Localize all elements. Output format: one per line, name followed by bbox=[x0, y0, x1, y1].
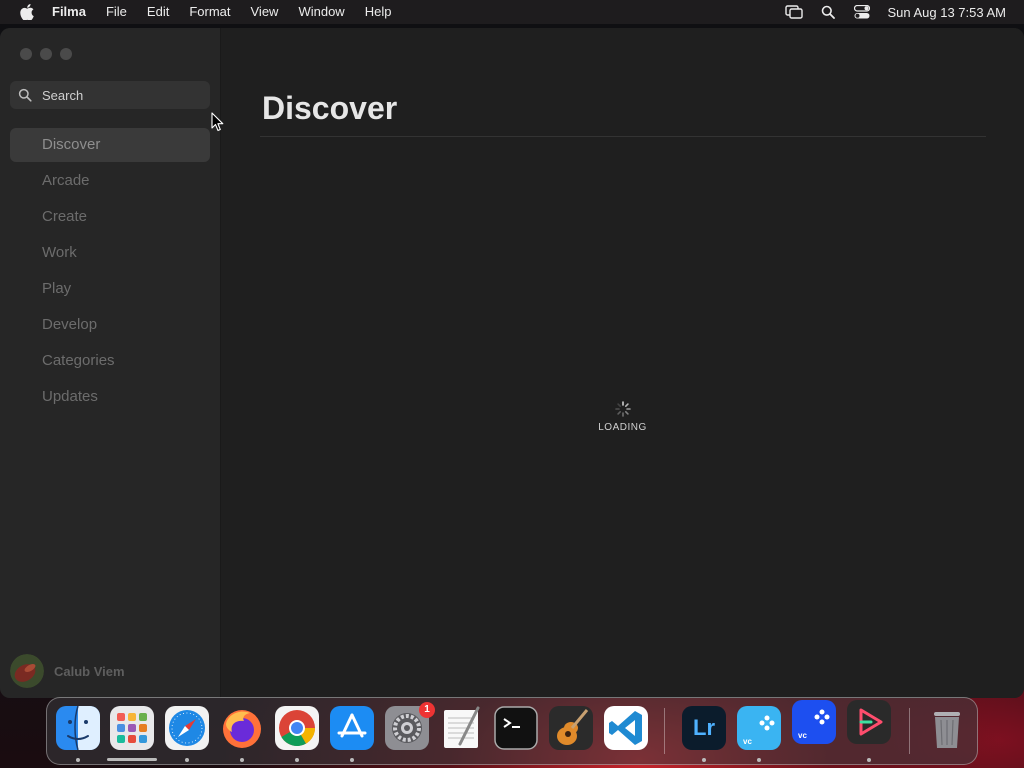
search-icon bbox=[18, 88, 32, 102]
terminal-icon[interactable] bbox=[494, 706, 538, 750]
sidebar: Discover Arcade Create Work Play Develop… bbox=[0, 28, 221, 698]
search-input[interactable] bbox=[42, 87, 192, 103]
launchpad-icon[interactable] bbox=[110, 706, 154, 750]
sidebar-item-create[interactable]: Create bbox=[10, 200, 210, 234]
system-preferences-icon[interactable]: 1 bbox=[385, 702, 435, 750]
dock-separator-trash bbox=[909, 708, 910, 754]
garageband-icon[interactable] bbox=[549, 706, 593, 750]
launchpad-indicator bbox=[107, 758, 157, 761]
sidebar-item-discover[interactable]: Discover bbox=[10, 128, 210, 162]
dock: 1 Lr vc vc bbox=[46, 697, 978, 765]
user-name: Calub Viem bbox=[54, 663, 125, 679]
menu-file[interactable]: File bbox=[106, 0, 127, 24]
safari-running-dot bbox=[185, 758, 189, 762]
vc-app-2-icon[interactable]: vc bbox=[792, 700, 836, 744]
minimize-window-button[interactable] bbox=[40, 48, 52, 60]
trash-icon[interactable] bbox=[925, 706, 969, 750]
app-store-icon[interactable] bbox=[330, 706, 374, 750]
menu-format[interactable]: Format bbox=[189, 0, 230, 24]
menu-app-name[interactable]: Filma bbox=[52, 0, 86, 24]
main-content: Discover LOADING bbox=[221, 28, 1024, 698]
finder-icon[interactable] bbox=[56, 705, 100, 751]
menu-bar: Filma File Edit Format View Window Help … bbox=[0, 0, 1024, 24]
sidebar-item-play[interactable]: Play bbox=[10, 272, 210, 306]
control-center-icon[interactable] bbox=[853, 3, 871, 21]
window-controls bbox=[20, 48, 80, 60]
spotlight-search-icon[interactable] bbox=[819, 3, 837, 21]
sidebar-item-work[interactable]: Work bbox=[10, 236, 210, 270]
notification-badge: 1 bbox=[419, 702, 435, 718]
zoom-window-button[interactable] bbox=[60, 48, 72, 60]
sidebar-nav: Discover Arcade Create Work Play Develop… bbox=[10, 128, 210, 416]
screen-mirroring-icon[interactable] bbox=[785, 3, 804, 21]
video-player-running-dot bbox=[867, 758, 871, 762]
menu-help[interactable]: Help bbox=[365, 0, 392, 24]
app-window: Discover Arcade Create Work Play Develop… bbox=[0, 28, 1024, 698]
finder-running-dot bbox=[76, 758, 80, 762]
firefox-running-dot bbox=[240, 758, 244, 762]
apple-menu-icon[interactable] bbox=[18, 3, 36, 21]
menu-window[interactable]: Window bbox=[298, 0, 344, 24]
menu-view[interactable]: View bbox=[251, 0, 279, 24]
title-divider bbox=[260, 136, 986, 137]
firefox-icon[interactable] bbox=[220, 706, 264, 750]
lightroom-icon[interactable]: Lr bbox=[682, 706, 726, 750]
video-player-icon[interactable] bbox=[847, 700, 891, 744]
loading-label: LOADING bbox=[598, 422, 647, 433]
loading-indicator: LOADING bbox=[221, 400, 1024, 433]
page-title: Discover bbox=[262, 90, 398, 126]
search-field[interactable] bbox=[10, 81, 210, 109]
avatar[interactable] bbox=[10, 654, 44, 688]
lightroom-running-dot bbox=[702, 758, 706, 762]
sidebar-item-categories[interactable]: Categories bbox=[10, 344, 210, 378]
menu-edit[interactable]: Edit bbox=[147, 0, 169, 24]
dock-separator bbox=[664, 708, 665, 754]
sidebar-item-updates[interactable]: Updates bbox=[10, 380, 210, 414]
loading-spinner-icon bbox=[614, 401, 631, 417]
close-window-button[interactable] bbox=[20, 48, 32, 60]
menu-clock[interactable]: Sun Aug 13 7:53 AM bbox=[887, 5, 1006, 20]
vscode-icon[interactable] bbox=[604, 706, 648, 750]
vc-app-label: vc bbox=[743, 737, 752, 746]
safari-icon[interactable] bbox=[165, 706, 209, 750]
sidebar-item-develop[interactable]: Develop bbox=[10, 308, 210, 342]
app-store-running-dot bbox=[350, 758, 354, 762]
vc-app-running-dot bbox=[757, 758, 761, 762]
chrome-running-dot bbox=[295, 758, 299, 762]
lightroom-label: Lr bbox=[693, 715, 715, 740]
textedit-icon[interactable] bbox=[440, 706, 484, 750]
vc-app-icon[interactable]: vc bbox=[737, 706, 781, 750]
user-account[interactable]: Calub Viem bbox=[10, 654, 125, 688]
sidebar-item-arcade[interactable]: Arcade bbox=[10, 164, 210, 198]
vc-app-2-label: vc bbox=[798, 731, 807, 740]
mouse-pointer-icon bbox=[211, 112, 224, 132]
chrome-icon[interactable] bbox=[275, 706, 319, 750]
